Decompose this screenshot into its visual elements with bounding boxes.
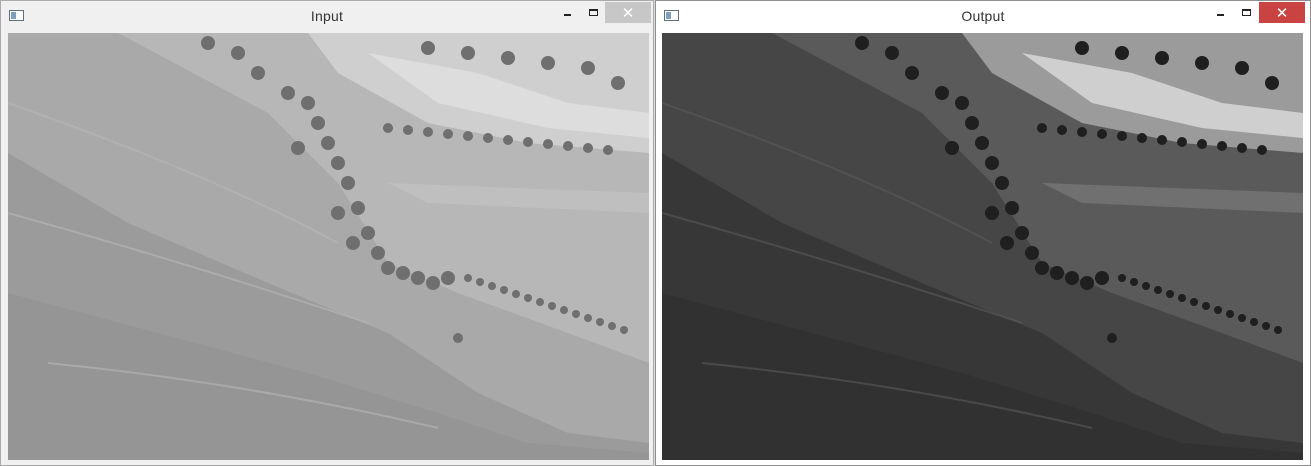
close-icon: ✕: [621, 4, 635, 22]
output-window: Output ✕: [655, 0, 1311, 466]
output-image: [662, 33, 1303, 460]
close-button[interactable]: ✕: [1259, 2, 1305, 23]
maximize-icon: [1241, 9, 1251, 16]
close-button[interactable]: ✕: [605, 2, 651, 23]
input-image: [8, 33, 649, 460]
minimize-button[interactable]: [1207, 2, 1233, 23]
minimize-button[interactable]: [554, 2, 580, 23]
title-bar[interactable]: Output ✕: [656, 1, 1310, 32]
landscape-image: [662, 33, 1303, 460]
minimize-icon: [563, 14, 571, 16]
maximize-button[interactable]: [580, 2, 606, 23]
maximize-button[interactable]: [1233, 2, 1259, 23]
title-bar[interactable]: Input ✕: [1, 1, 653, 32]
input-window: Input ✕: [0, 0, 654, 466]
close-icon: ✕: [1275, 4, 1289, 22]
maximize-icon: [588, 9, 598, 16]
minimize-icon: [1216, 14, 1224, 16]
landscape-image: [8, 33, 649, 460]
